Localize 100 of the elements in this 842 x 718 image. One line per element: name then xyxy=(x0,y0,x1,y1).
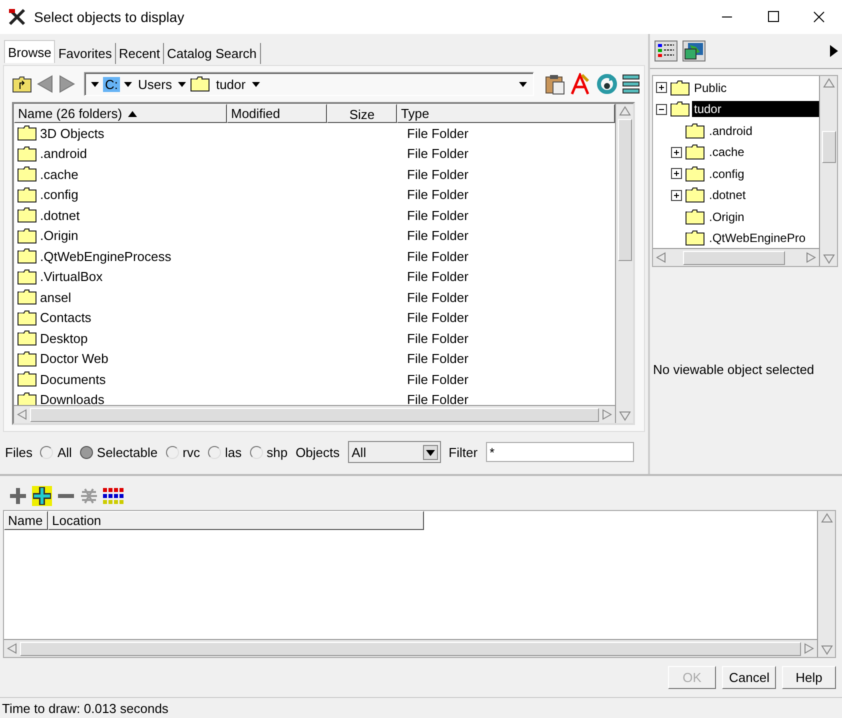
caret-icon[interactable] xyxy=(178,82,186,86)
filter-field[interactable]: * xyxy=(486,442,634,462)
folder-icon xyxy=(670,101,690,118)
tree-item[interactable]: .QtWebEnginePro xyxy=(707,230,808,246)
add-all-icon[interactable] xyxy=(31,485,53,507)
folder-icon xyxy=(190,76,210,92)
tree-item[interactable]: .android xyxy=(707,122,754,139)
horizontal-scrollbar[interactable] xyxy=(653,248,819,266)
folder-icon xyxy=(685,166,705,182)
font-icon[interactable] xyxy=(570,73,592,95)
folder-icon xyxy=(17,268,37,285)
file-name[interactable]: Downloads xyxy=(40,392,104,405)
file-type: File Folder xyxy=(407,187,468,202)
file-type: File Folder xyxy=(407,392,468,405)
file-name[interactable]: Doctor Web xyxy=(40,351,108,366)
file-type: File Folder xyxy=(407,208,468,223)
horizontal-scrollbar[interactable] xyxy=(14,405,615,423)
folder-icon xyxy=(17,125,37,142)
column-header[interactable]: Name (26 folders) xyxy=(14,104,227,123)
file-type: File Folder xyxy=(407,351,468,366)
path-dropdown[interactable]: C: Users tudor xyxy=(84,72,534,96)
objects-dropdown[interactable]: All xyxy=(348,441,441,463)
radio-button[interactable]: Selectable xyxy=(80,444,158,460)
expand-icon[interactable] xyxy=(670,168,683,180)
expand-icon[interactable] xyxy=(670,190,683,201)
file-name[interactable]: .config xyxy=(40,187,78,202)
file-type: File Folder xyxy=(407,372,468,387)
scroll-thumb[interactable] xyxy=(822,131,836,163)
map-icon[interactable] xyxy=(682,40,706,62)
folder-icon xyxy=(17,207,37,224)
up-folder-icon[interactable] xyxy=(12,75,32,93)
horizontal-scrollbar[interactable] xyxy=(4,639,817,657)
file-type: File Folder xyxy=(407,269,468,284)
radio-button[interactable]: shp xyxy=(250,444,288,460)
caret-icon[interactable] xyxy=(422,444,438,460)
dialog-button[interactable]: Help xyxy=(782,666,836,689)
legend-icon[interactable] xyxy=(654,40,678,62)
list-view-icon[interactable] xyxy=(622,73,640,95)
vertical-scrollbar[interactable] xyxy=(817,511,835,657)
folder-icon xyxy=(17,392,37,405)
vertical-scrollbar[interactable] xyxy=(615,104,633,423)
file-name[interactable]: 3D Objects xyxy=(40,126,104,141)
expand-icon[interactable] xyxy=(655,82,668,94)
file-type: File Folder xyxy=(407,228,468,244)
folder-icon xyxy=(17,350,37,367)
vertical-scrollbar[interactable] xyxy=(819,76,837,266)
caret-icon[interactable] xyxy=(124,82,132,86)
clipboard-icon[interactable] xyxy=(544,73,566,95)
caret-icon[interactable] xyxy=(519,82,527,86)
column-header[interactable]: Name xyxy=(4,511,48,530)
file-name[interactable]: Contacts xyxy=(40,310,92,326)
file-type: File Folder xyxy=(407,330,468,346)
tree-item[interactable]: tudor xyxy=(692,101,819,118)
column-header[interactable]: Location xyxy=(48,511,424,530)
folder-icon xyxy=(17,166,37,182)
file-name[interactable]: .QtWebEngineProcess xyxy=(40,248,172,264)
scroll-thumb[interactable] xyxy=(683,250,785,264)
dialog-button[interactable]: Cancel xyxy=(722,666,776,689)
tree-item[interactable]: .cache xyxy=(707,144,746,160)
dot-grid-icon[interactable] xyxy=(102,486,124,506)
folder-icon xyxy=(685,187,705,204)
column-header[interactable]: Size xyxy=(327,104,397,123)
tab[interactable]: Browse xyxy=(4,40,56,63)
expand-icon[interactable] xyxy=(670,146,683,158)
file-name[interactable]: ansel xyxy=(40,290,72,305)
caret-icon[interactable] xyxy=(91,82,99,86)
folder-icon xyxy=(17,310,37,326)
file-name[interactable]: Documents xyxy=(40,372,106,387)
file-name[interactable]: .cache xyxy=(40,166,78,182)
file-name[interactable]: .dotnet xyxy=(40,208,80,223)
expand-panel-icon[interactable] xyxy=(830,45,838,57)
radio-button[interactable]: rvc xyxy=(166,444,200,460)
refresh-icon[interactable] xyxy=(596,73,618,95)
file-type: File Folder xyxy=(407,290,468,305)
tree-item[interactable]: .dotnet xyxy=(707,187,748,204)
folder-icon xyxy=(685,230,705,246)
tree-item[interactable]: .Origin xyxy=(707,208,746,225)
scroll-thumb[interactable] xyxy=(618,119,632,261)
path-segment[interactable]: tudor xyxy=(214,76,248,92)
path-segment[interactable]: C: xyxy=(103,76,120,92)
radio-button[interactable]: All xyxy=(40,444,72,460)
collapse-icon[interactable] xyxy=(655,104,668,115)
path-segment[interactable]: Users xyxy=(136,76,174,92)
tree-item[interactable]: Public xyxy=(692,80,729,96)
column-header[interactable]: Modified xyxy=(227,104,327,123)
back-icon[interactable] xyxy=(36,75,54,93)
file-name[interactable]: Desktop xyxy=(40,330,88,346)
file-type: File Folder xyxy=(407,248,468,264)
forward-icon[interactable] xyxy=(58,75,76,93)
folder-icon xyxy=(17,248,37,264)
column-header[interactable]: Type xyxy=(397,104,615,123)
folder-icon xyxy=(17,146,37,162)
file-name[interactable]: .VirtualBox xyxy=(40,269,103,284)
preview-message: No viewable object selected xyxy=(653,362,814,377)
radio-button[interactable]: las xyxy=(208,444,242,460)
caret-icon[interactable] xyxy=(252,82,260,86)
add-icon[interactable] xyxy=(8,486,28,506)
tree-item[interactable]: .config xyxy=(707,166,746,182)
file-name[interactable]: .android xyxy=(40,146,87,162)
file-name[interactable]: .Origin xyxy=(40,228,78,244)
